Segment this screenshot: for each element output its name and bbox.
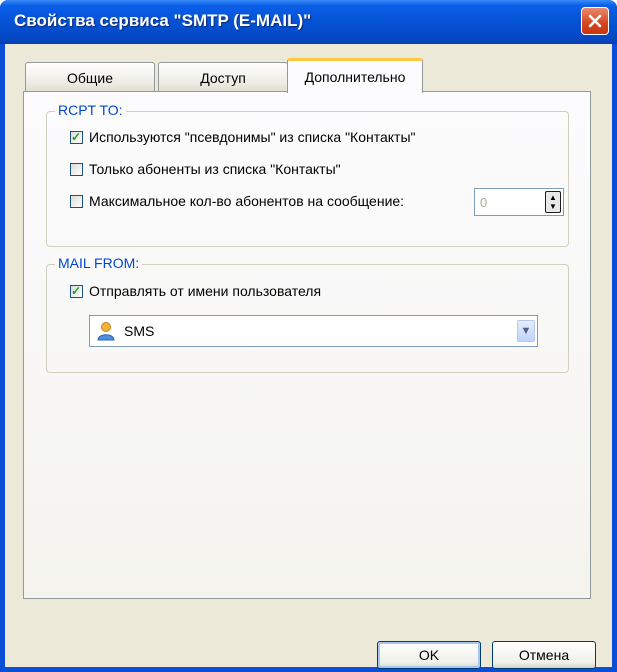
- tab-advanced-label: Дополнительно: [304, 69, 406, 85]
- tab-general[interactable]: Общие: [25, 62, 155, 92]
- use-aliases-checkbox[interactable]: ✓: [70, 129, 83, 144]
- max-recipients-spinbox[interactable]: 0 ▲ ▼: [474, 188, 564, 216]
- spin-up-icon[interactable]: ▲: [549, 193, 557, 202]
- mail-from-legend: MAIL FROM:: [55, 255, 143, 271]
- ok-button-label: OK: [418, 647, 440, 663]
- cancel-button-label: Отмена: [518, 647, 570, 663]
- user-select[interactable]: SMS ▼: [89, 315, 538, 347]
- max-recipients-row[interactable]: Максимальное кол-во абонентов на сообщен…: [70, 193, 404, 209]
- mail-from-group: MAIL FROM: ✓ Отправлять от имени пользов…: [46, 255, 569, 373]
- user-select-value: SMS: [124, 323, 155, 339]
- spin-down-icon[interactable]: ▼: [549, 202, 557, 211]
- rcpt-to-group: RCPT TO: ✓ Используются "псевдонимы" из …: [46, 102, 569, 247]
- send-as-user-checkbox[interactable]: ✓: [70, 283, 83, 298]
- use-aliases-row[interactable]: ✓ Используются "псевдонимы" из списка "К…: [70, 129, 415, 145]
- dialog-client-area: Общие Доступ Дополнительно RCPT TO: ✓ Ис…: [5, 44, 612, 669]
- chevron-down-icon[interactable]: ▼: [517, 320, 535, 342]
- window-title: Свойства сервиса "SMTP (E-MAIL)": [14, 11, 312, 30]
- send-as-user-row[interactable]: ✓ Отправлять от имени пользователя: [70, 283, 321, 299]
- cancel-button[interactable]: Отмена: [492, 641, 596, 669]
- max-recipients-value[interactable]: 0: [475, 195, 545, 210]
- tab-advanced[interactable]: Дополнительно: [287, 58, 423, 93]
- close-icon: [588, 14, 602, 28]
- user-icon: [97, 322, 115, 341]
- tab-panel-advanced: RCPT TO: ✓ Используются "псевдонимы" из …: [23, 91, 591, 599]
- check-mark-icon: ✓: [71, 283, 82, 298]
- use-aliases-label[interactable]: Используются "псевдонимы" из списка "Кон…: [89, 129, 415, 145]
- tab-general-label: Общие: [66, 69, 114, 86]
- check-mark-icon: ✓: [71, 129, 82, 144]
- title-bar[interactable]: Свойства сервиса "SMTP (E-MAIL)": [0, 0, 617, 44]
- tab-access-label: Доступ: [200, 69, 246, 86]
- only-contacts-row[interactable]: Только абоненты из списка "Контакты": [70, 161, 341, 177]
- send-as-user-label[interactable]: Отправлять от имени пользователя: [89, 283, 321, 299]
- tab-access[interactable]: Доступ: [158, 62, 288, 92]
- spin-buttons[interactable]: ▲ ▼: [545, 191, 561, 213]
- ok-button[interactable]: OK: [377, 641, 481, 669]
- only-contacts-checkbox[interactable]: [70, 162, 83, 176]
- max-recipients-checkbox[interactable]: [70, 194, 83, 208]
- rcpt-to-legend: RCPT TO:: [55, 102, 126, 118]
- max-recipients-label[interactable]: Максимальное кол-во абонентов на сообщен…: [89, 193, 404, 209]
- close-button[interactable]: [581, 7, 609, 35]
- dialog-window: Свойства сервиса "SMTP (E-MAIL)" Общие Д…: [0, 0, 617, 672]
- only-contacts-label[interactable]: Только абоненты из списка "Контакты": [89, 161, 341, 177]
